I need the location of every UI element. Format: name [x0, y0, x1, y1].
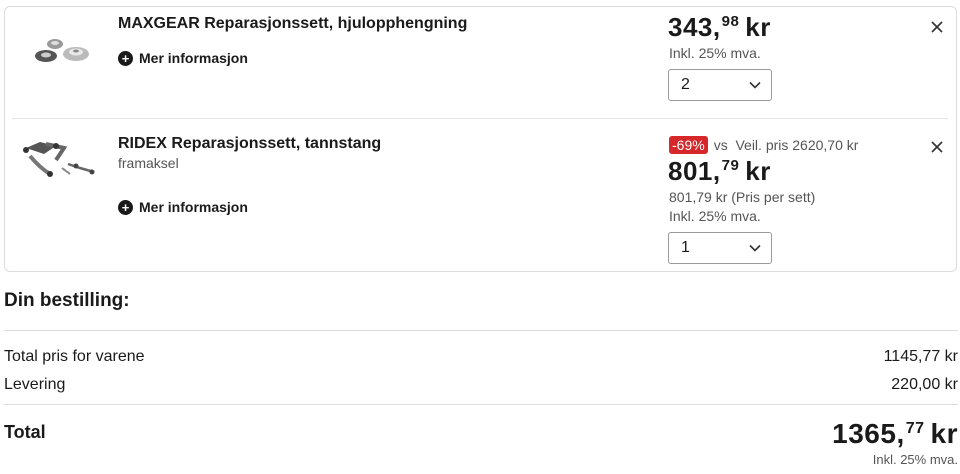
- quantity-value: 2: [681, 76, 690, 93]
- plus-circle-icon: +: [118, 50, 133, 66]
- discount-line: -69% vs Veil. pris 2620,70 kr: [669, 136, 858, 154]
- remove-item-close-icon[interactable]: [929, 19, 945, 35]
- remove-item-close-icon[interactable]: [929, 139, 945, 155]
- quantity-select[interactable]: 2: [668, 69, 772, 101]
- item-price: 343,98 kr: [668, 12, 771, 42]
- delivery-value: 220,00 kr: [891, 376, 958, 393]
- total-vat-note: Inkl. 25% mva.: [872, 452, 958, 467]
- more-info-button[interactable]: + Mer informasjon: [118, 50, 248, 66]
- control-arm-kit-icon: [23, 142, 95, 177]
- strut-mount-kit-icon: [35, 39, 89, 62]
- chevron-down-icon: [749, 244, 761, 252]
- vat-note: Inkl. 25% mva.: [669, 45, 761, 61]
- item-title[interactable]: RIDEX Reparasjonssett, tannstang: [118, 135, 381, 153]
- recommended-price: vs Veil. pris 2620,70 kr: [713, 137, 859, 153]
- quantity-value: 1: [681, 239, 690, 256]
- summary-divider: [4, 330, 958, 331]
- order-summary-title: Din bestilling:: [4, 290, 130, 311]
- discount-badge: -69%: [669, 136, 708, 154]
- price-per-set: 801,79 kr (Pris per sett): [669, 189, 816, 205]
- more-info-button[interactable]: + Mer informasjon: [118, 199, 248, 215]
- item-price: 801,79 kr: [668, 156, 771, 186]
- subtotal-value: 1145,77 kr: [883, 348, 958, 365]
- total-label: Total: [4, 422, 46, 442]
- item-title[interactable]: MAXGEAR Reparasjonssett, hjulopphengning: [118, 15, 467, 33]
- delivery-label: Levering: [4, 376, 66, 393]
- vat-note: Inkl. 25% mva.: [669, 208, 761, 224]
- chevron-down-icon: [749, 81, 761, 89]
- total-price: 1365,77 kr: [832, 418, 958, 449]
- more-info-label: Mer informasjon: [139, 50, 248, 66]
- summary-divider: [4, 404, 958, 405]
- plus-circle-icon: +: [118, 199, 133, 215]
- more-info-label: Mer informasjon: [139, 199, 248, 215]
- item-divider: [12, 118, 948, 119]
- item-subtitle: framaksel: [118, 155, 179, 171]
- quantity-select[interactable]: 1: [668, 232, 772, 264]
- subtotal-label: Total pris for varene: [4, 348, 145, 365]
